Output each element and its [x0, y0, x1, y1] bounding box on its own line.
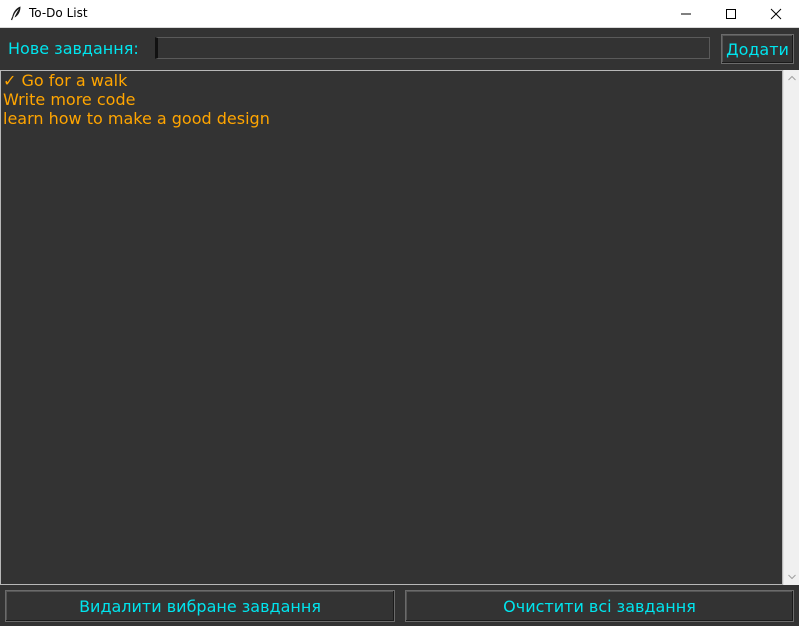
list-scrollbar[interactable]: [783, 70, 799, 585]
list-item[interactable]: learn how to make a good design: [1, 109, 782, 128]
scroll-down-button[interactable]: [784, 569, 799, 585]
close-button[interactable]: [753, 0, 799, 27]
list-item[interactable]: Write more code: [1, 90, 782, 109]
delete-selected-button[interactable]: Видалити вибране завдання: [5, 590, 395, 622]
add-button[interactable]: Додати: [721, 34, 794, 64]
feather-icon: [8, 5, 24, 21]
new-task-input[interactable]: [155, 37, 710, 59]
new-task-label: Нове завдання:: [8, 39, 139, 58]
chevron-down-icon: [788, 574, 796, 580]
app-window: To-Do List Нове завдання: Додати ✓ Go fo…: [0, 0, 799, 626]
close-icon: [770, 8, 782, 19]
clear-all-button[interactable]: Очистити всі завдання: [405, 590, 794, 622]
minimize-icon: [681, 13, 691, 14]
chevron-up-icon: [788, 75, 796, 81]
window-title: To-Do List: [29, 6, 88, 20]
minimize-button[interactable]: [663, 0, 709, 27]
scroll-up-button[interactable]: [784, 70, 799, 86]
maximize-icon: [726, 8, 736, 19]
list-item[interactable]: ✓ Go for a walk: [1, 71, 782, 90]
title-bar: To-Do List: [0, 0, 799, 28]
maximize-button[interactable]: [708, 0, 754, 27]
task-list[interactable]: ✓ Go for a walk Write more code learn ho…: [0, 70, 783, 585]
